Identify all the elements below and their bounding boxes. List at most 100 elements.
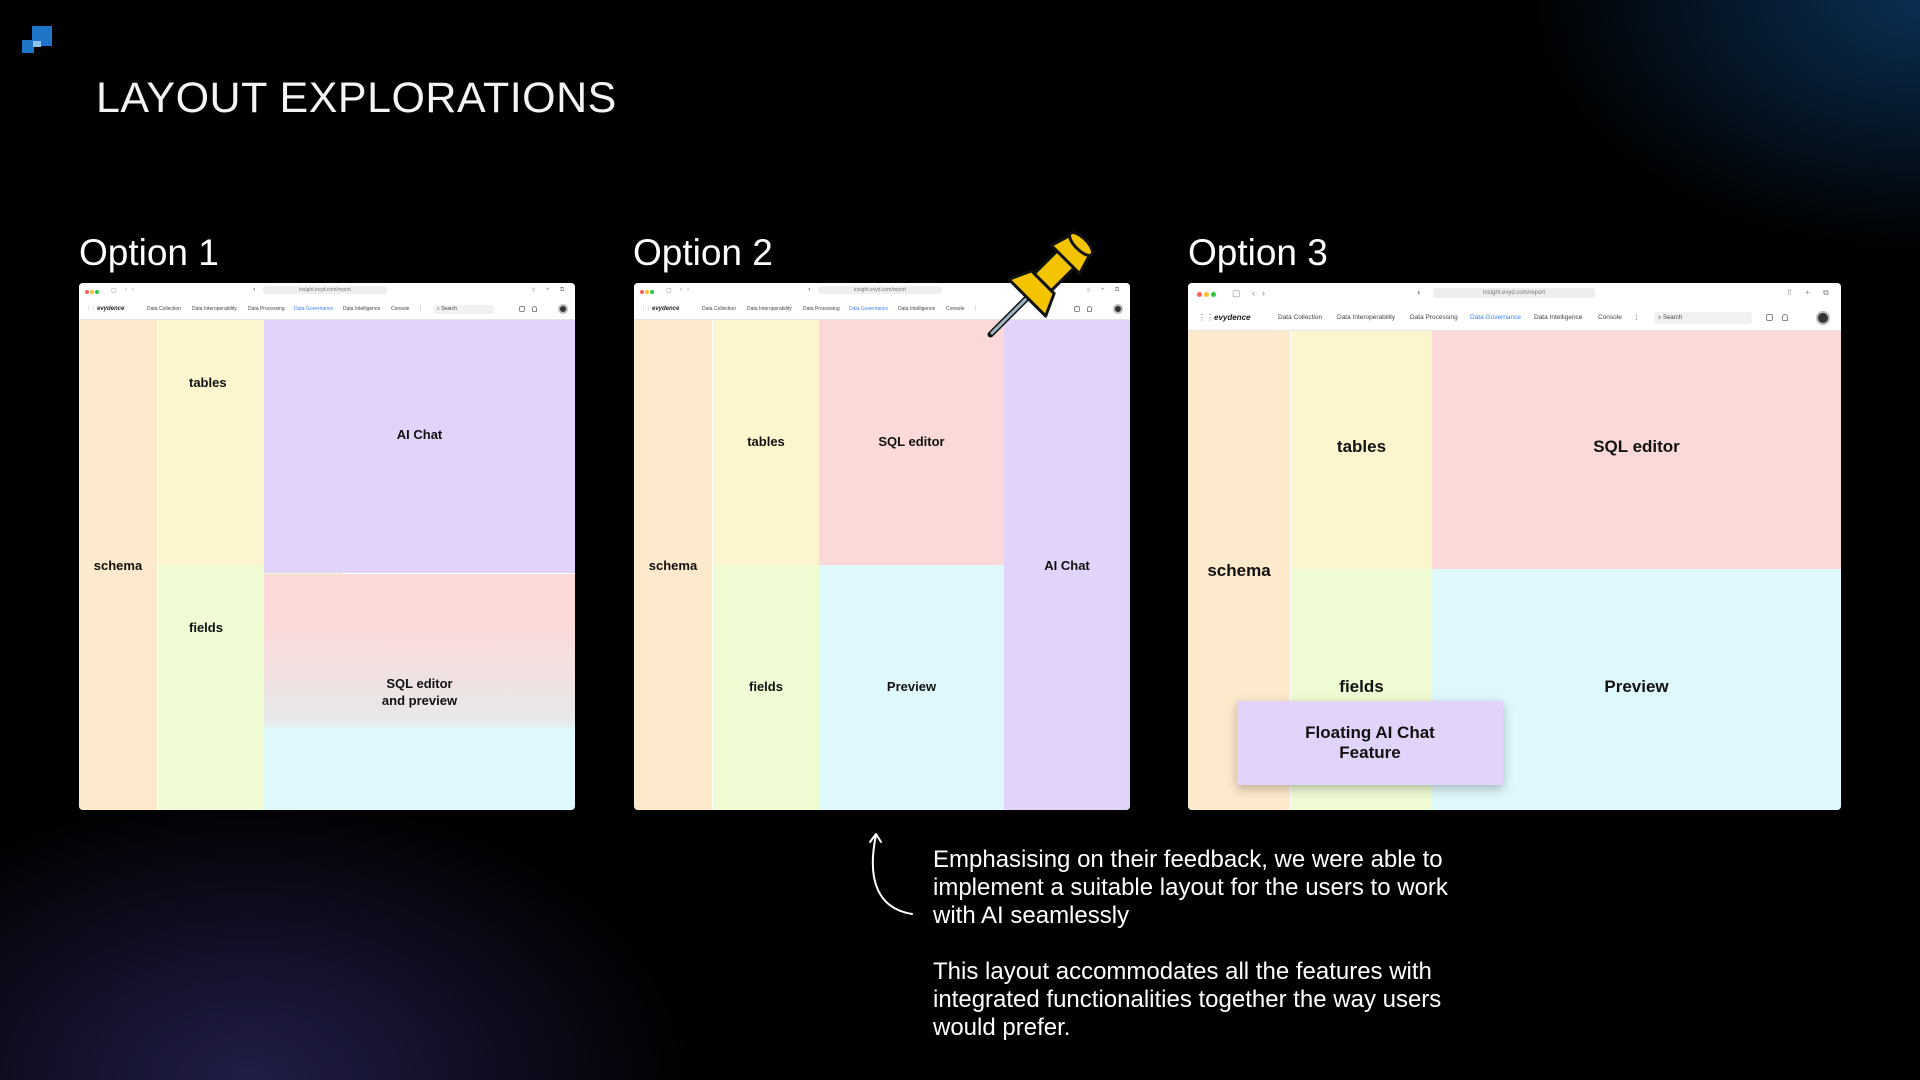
nav-data-processing[interactable]: Data Processing <box>248 302 285 316</box>
note-paragraph-2: This layout accommodates all the feature… <box>933 958 1442 1041</box>
nav-data-governance[interactable]: Data Governance <box>1470 308 1521 328</box>
brand-logo[interactable]: evydence <box>97 302 124 316</box>
nav-data-interoperability[interactable]: Data Interoperability <box>192 302 237 316</box>
ai-chat-label: AI Chat <box>396 426 443 442</box>
browser-chrome: ▢ ‹ › ◐ insight.evyd.com/report ⇧ + ⧉ ⋮⋮… <box>79 283 575 320</box>
copy-icon[interactable] <box>519 306 525 312</box>
ai-chat-label: AI Chat <box>1044 557 1090 573</box>
nav-data-collection[interactable]: Data Collection <box>1278 308 1322 328</box>
nav-console[interactable]: Console <box>946 302 964 316</box>
forward-icon[interactable]: › <box>132 287 134 293</box>
option-2-mockup: ▢ ‹ › ◐ insight.evyd.com/report ⇧ + ⧉ ⋮⋮… <box>634 283 1130 810</box>
sql-editor-label: SQL editor <box>878 433 945 449</box>
sidebar-icon[interactable]: ▢ <box>1232 288 1241 299</box>
share-icon[interactable]: ⇧ <box>1786 288 1793 297</box>
nav-data-intelligence[interactable]: Data Intelligence <box>343 302 380 316</box>
more-icon[interactable]: ⋮ <box>1633 308 1640 328</box>
nav-console[interactable]: Console <box>1598 308 1622 328</box>
schema-panel: schema <box>634 320 712 810</box>
nav-data-governance[interactable]: Data Governance <box>294 302 333 316</box>
fields-panel: fields <box>713 565 819 810</box>
fields-label: fields <box>749 678 783 694</box>
floating-ai-chat-panel[interactable]: Floating AI Chat Feature <box>1237 701 1503 785</box>
search-input[interactable]: ⌕ Search <box>1654 312 1752 324</box>
minimize-dot[interactable] <box>90 290 94 294</box>
nav-data-processing[interactable]: Data Processing <box>1410 308 1458 328</box>
tabs-icon[interactable]: ⧉ <box>560 287 564 294</box>
browser-chrome: ▢ ‹ › ◐ insight.evyd.com/report ⇧ + ⧉ ⋮⋮… <box>1188 283 1841 331</box>
nav-data-interoperability[interactable]: Data Interoperability <box>747 302 792 316</box>
back-icon[interactable]: ‹ <box>125 287 127 293</box>
maximize-dot[interactable] <box>1211 292 1216 297</box>
schema-label: schema <box>93 557 143 573</box>
apps-grid-icon[interactable]: ⋮⋮ <box>86 302 96 316</box>
apps-grid-icon[interactable]: ⋮⋮ <box>641 302 651 316</box>
bell-icon[interactable] <box>1782 314 1788 321</box>
tabs-icon[interactable]: ⧉ <box>1823 288 1829 298</box>
note-paragraph-1: Emphasising on their feedback, we were a… <box>933 846 1448 929</box>
close-dot[interactable] <box>640 290 644 294</box>
share-icon[interactable]: ⇧ <box>531 287 536 294</box>
avatar[interactable] <box>1113 304 1123 314</box>
curved-arrow-icon <box>869 833 913 915</box>
copy-icon[interactable] <box>1766 314 1773 321</box>
bell-icon[interactable] <box>532 306 537 312</box>
sql-preview-label-line1: SQL editor <box>386 676 453 691</box>
apps-grid-icon[interactable]: ⋮⋮ <box>1198 308 1214 328</box>
forward-icon[interactable]: › <box>1262 288 1265 298</box>
schema-label: schema <box>648 557 698 573</box>
option-3-mockup: ▢ ‹ › ◐ insight.evyd.com/report ⇧ + ⧉ ⋮⋮… <box>1188 283 1841 810</box>
tables-label: tables <box>1336 436 1387 456</box>
fields-label: fields <box>1339 677 1384 696</box>
sql-editor-panel: SQL editor <box>819 320 1004 565</box>
schema-label: schema <box>1207 560 1271 580</box>
tables-panel: tables <box>1291 331 1432 569</box>
address-bar[interactable]: insight.evyd.com/report <box>263 286 387 294</box>
option-3-title: Option 3 <box>1188 232 1328 273</box>
option-2-title: Option 2 <box>633 232 773 273</box>
sql-editor-label: SQL editor <box>1593 436 1680 456</box>
nav-data-collection[interactable]: Data Collection <box>702 302 736 316</box>
search-icon: ⌕ <box>437 306 440 312</box>
back-icon[interactable]: ‹ <box>1252 288 1255 298</box>
shield-icon: ◐ <box>253 287 257 293</box>
maximize-dot[interactable] <box>650 290 654 294</box>
nav-data-interoperability[interactable]: Data Interoperability <box>1337 308 1395 328</box>
search-input[interactable]: ⌕ Search <box>434 305 494 314</box>
nav-data-collection[interactable]: Data Collection <box>147 302 181 316</box>
nav-data-intelligence[interactable]: Data Intelligence <box>898 302 935 316</box>
shield-icon: ◐ <box>808 287 812 293</box>
search-placeholder: Search <box>441 306 458 312</box>
more-icon[interactable]: ⋮ <box>418 302 423 316</box>
back-icon[interactable]: ‹ <box>680 287 682 293</box>
brand-logo[interactable]: evydence <box>652 302 679 316</box>
ai-chat-panel: AI Chat <box>1004 320 1130 810</box>
sidebar-icon[interactable]: ▢ <box>666 287 672 294</box>
address-bar[interactable]: insight.evyd.com/report <box>818 286 942 294</box>
close-dot[interactable] <box>1197 292 1202 297</box>
tabs-icon[interactable]: ⧉ <box>1115 287 1119 294</box>
forward-icon[interactable]: › <box>687 287 689 293</box>
preview-label: Preview <box>886 678 937 694</box>
address-bar[interactable]: insight.evyd.com/report <box>1433 288 1595 298</box>
avatar[interactable] <box>558 304 568 314</box>
close-dot[interactable] <box>85 290 89 294</box>
schema-panel: schema <box>79 320 157 810</box>
avatar[interactable] <box>1816 311 1830 325</box>
maximize-dot[interactable] <box>95 290 99 294</box>
nav-data-processing[interactable]: Data Processing <box>803 302 840 316</box>
nav-data-intelligence[interactable]: Data Intelligence <box>1534 308 1582 328</box>
new-tab-icon[interactable]: + <box>546 287 550 293</box>
nav-data-governance[interactable]: Data Governance <box>849 302 888 316</box>
brand-logo[interactable]: evydence <box>1214 308 1250 328</box>
minimize-dot[interactable] <box>1204 292 1209 297</box>
search-placeholder: Search <box>1663 315 1683 321</box>
nav-console[interactable]: Console <box>391 302 409 316</box>
pushpin-icon <box>987 231 1094 338</box>
sql-preview-label-line2: and preview <box>381 693 458 708</box>
sidebar-icon[interactable]: ▢ <box>111 287 117 294</box>
option-1-mockup: ▢ ‹ › ◐ insight.evyd.com/report ⇧ + ⧉ ⋮⋮… <box>79 283 575 810</box>
ai-chat-panel: AI Chat <box>264 320 575 573</box>
new-tab-icon[interactable]: + <box>1805 288 1810 297</box>
minimize-dot[interactable] <box>645 290 649 294</box>
